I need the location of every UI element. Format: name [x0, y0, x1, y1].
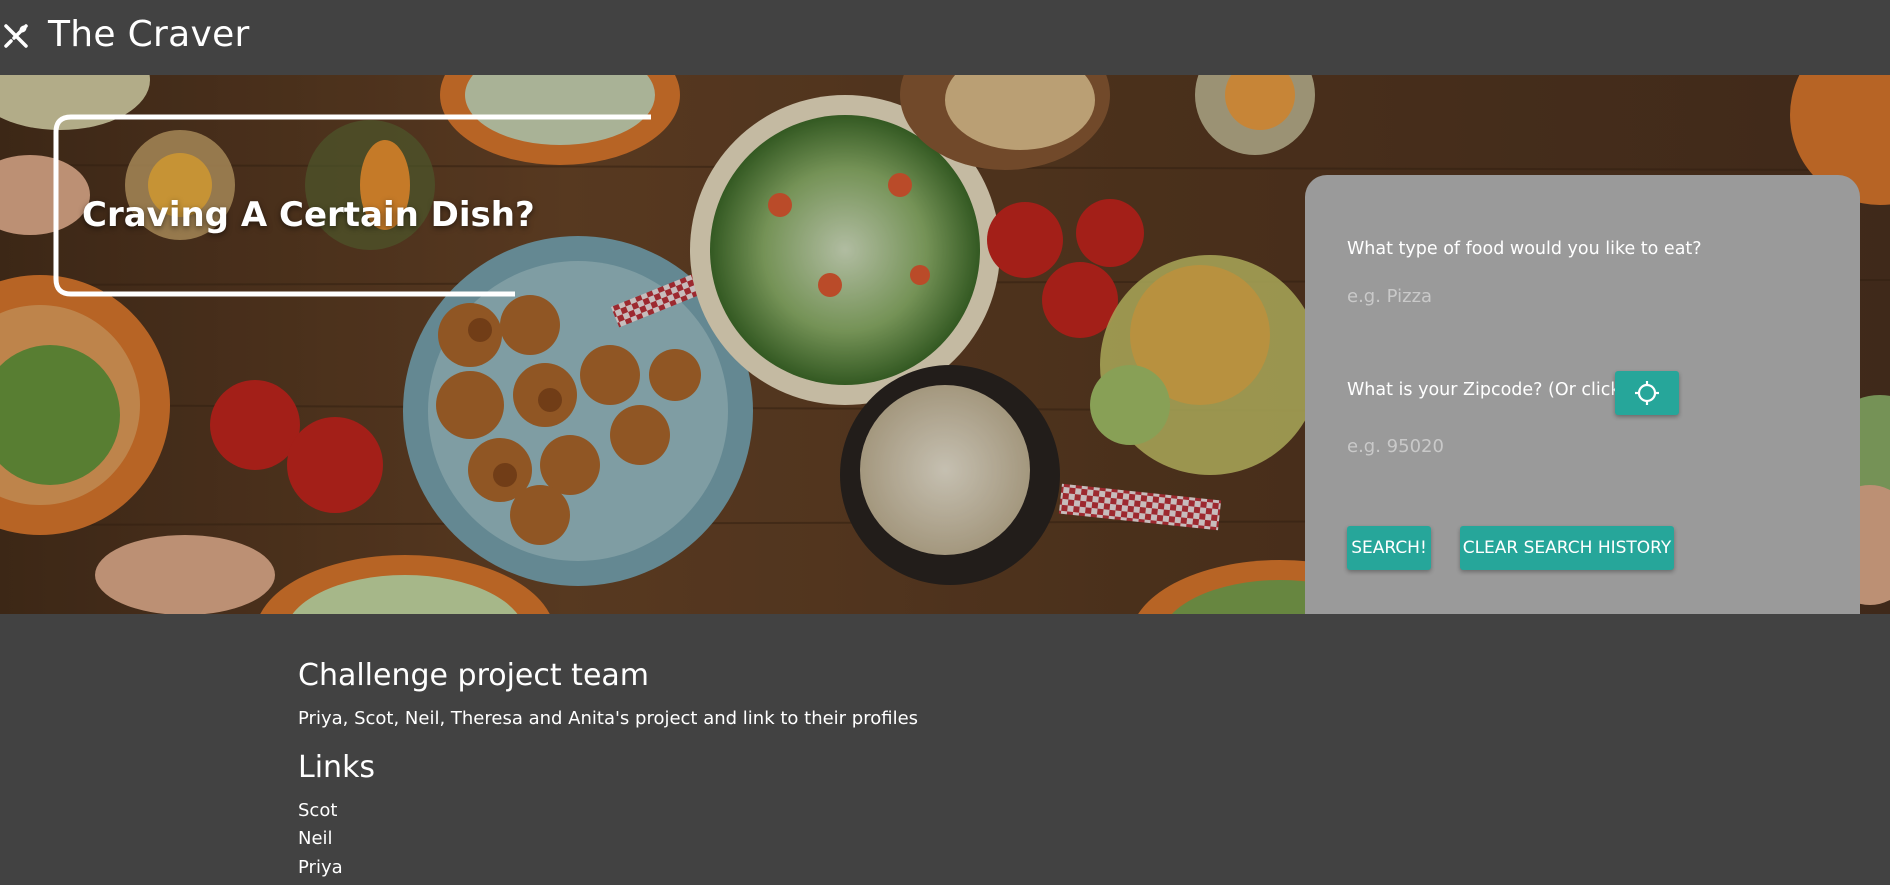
- team-description: Priya, Scot, Neil, Theresa and Anita's p…: [298, 708, 919, 729]
- crosshair-icon: [1635, 381, 1659, 405]
- navbar: The Craver: [0, 0, 1890, 75]
- team-heading: Challenge project team: [298, 658, 650, 693]
- zipcode-label: What is your Zipcode? (Or click): [1347, 380, 1628, 400]
- brand-link[interactable]: The Craver: [48, 14, 250, 55]
- hero-banner: Craving A Certain Dish? What type of foo…: [0, 75, 1890, 614]
- link-priya[interactable]: Priya: [298, 857, 343, 878]
- food-type-label: What type of food would you like to eat?: [1347, 239, 1702, 259]
- link-neil[interactable]: Neil: [298, 828, 333, 849]
- footer: Challenge project team Priya, Scot, Neil…: [0, 614, 1890, 885]
- links-heading: Links: [298, 750, 376, 785]
- zipcode-input[interactable]: [1347, 429, 1817, 463]
- food-type-input[interactable]: [1347, 279, 1817, 313]
- search-button[interactable]: SEARCH!: [1347, 526, 1431, 570]
- hero-headline: Craving A Certain Dish?: [82, 195, 535, 235]
- utensils-icon[interactable]: [2, 22, 30, 50]
- link-scot[interactable]: Scot: [298, 800, 337, 821]
- locate-button[interactable]: [1615, 371, 1679, 415]
- search-card: What type of food would you like to eat?…: [1305, 175, 1860, 614]
- clear-search-history-button[interactable]: CLEAR SEARCH HISTORY: [1460, 526, 1674, 570]
